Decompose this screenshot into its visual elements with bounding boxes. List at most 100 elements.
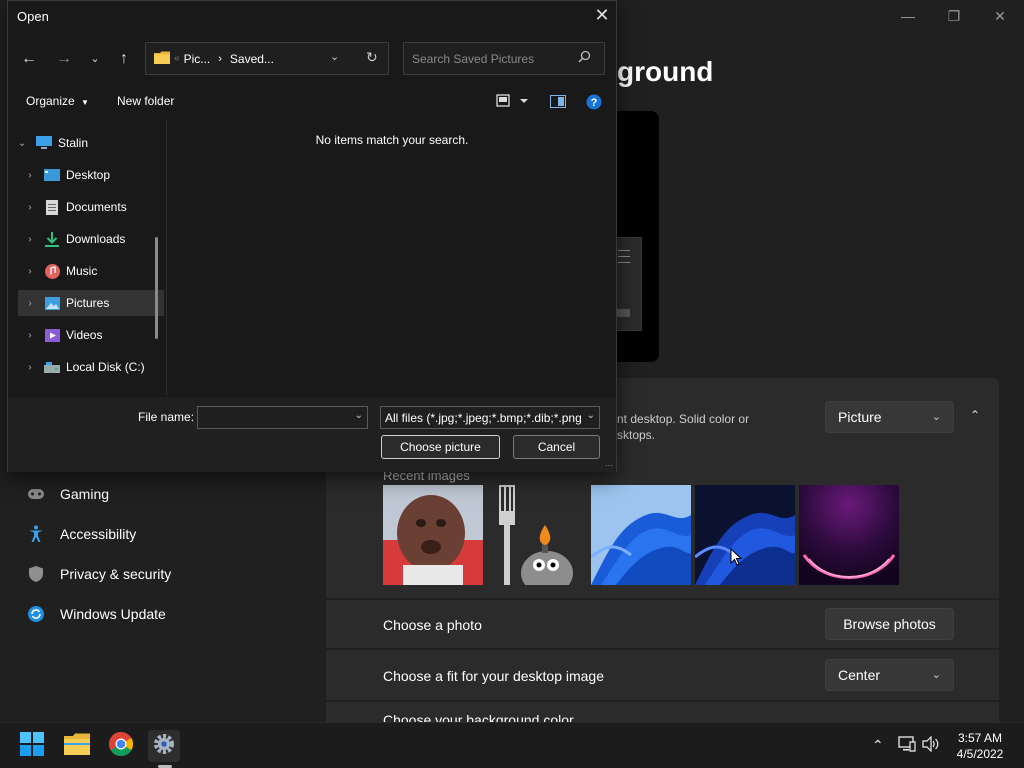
resize-grip-icon[interactable]: ⋯ [605,461,613,470]
windows-logo-icon [20,731,44,761]
network-icon[interactable] [898,736,916,755]
dialog-title: Open [17,9,49,24]
folder-icon [154,51,170,67]
expand-chevron-icon[interactable]: › [23,170,37,181]
chrome-icon [108,731,134,761]
open-file-dialog: Open ✕ ← → ⌄ ↑ « Pic... › Saved... ⌄ ↻ S… [7,0,617,472]
recent-image-5[interactable] [799,485,899,585]
choose-photo-label: Choose a photo [383,617,482,633]
nav-label: Windows Update [60,606,166,622]
collapse-chevron-icon[interactable]: ⌃ [966,408,984,426]
choose-picture-button[interactable]: Choose picture [381,435,500,459]
breadcrumb-pictures[interactable]: Pic... [184,52,211,66]
navigation-pane-scrollbar[interactable] [155,237,158,339]
expand-chevron-icon[interactable]: › [23,298,37,309]
show-hidden-icons-chevron-icon[interactable]: ⌃ [872,737,884,754]
svg-text:?: ? [591,97,598,109]
gamepad-icon [26,484,46,504]
taskbar-clock[interactable]: 3:57 AM 4/5/2022 [950,730,1010,762]
tree-item-desktop[interactable]: › Desktop [23,162,169,188]
view-options-icon[interactable] [496,94,534,113]
up-arrow-icon[interactable]: ↑ [113,48,135,70]
recent-image-2[interactable] [487,485,587,585]
chevron-down-icon: ⌄ [931,669,941,681]
minimize-button[interactable]: — [898,6,918,26]
file-type-select[interactable]: All files (*.jpg;*.jpeg;*.bmp;*.dib;*.pn… [380,406,600,429]
maximize-button[interactable]: ❐ [944,6,964,26]
expand-chevron-icon[interactable]: › [23,202,37,213]
recent-image-1[interactable] [383,485,483,585]
new-folder-button[interactable]: New folder [117,94,174,108]
recent-locations-chevron-icon[interactable]: ⌄ [84,48,106,70]
nav-label: Accessibility [60,526,137,542]
computer-icon [36,135,52,151]
breadcrumb-saved-pictures[interactable]: Saved... [230,52,274,66]
expand-chevron-icon[interactable]: › [23,362,37,373]
tree-item-videos[interactable]: › Videos [23,322,169,348]
recent-image-4[interactable] [695,485,795,585]
fit-dropdown[interactable]: Center ⌄ [825,659,954,691]
file-name-label: File name: [138,410,195,424]
nav-item-gaming[interactable]: Gaming [26,482,109,506]
nav-label: Gaming [60,486,110,502]
preview-lines [618,250,630,268]
expand-chevron-icon[interactable]: › [23,266,37,277]
help-icon[interactable]: ? [586,94,602,115]
tree-item-this-pc[interactable]: ⌄ Stalin [15,130,161,156]
tree-item-music[interactable]: › Music [23,258,169,284]
background-description: nt desktop. Solid color or sktops. [617,412,750,442]
videos-icon [44,327,60,343]
file-explorer-button[interactable] [61,730,93,762]
page-title: ground [617,56,714,87]
tree-item-downloads[interactable]: › Downloads [23,226,169,252]
address-dropdown-chevron-icon[interactable]: ⌄ [330,50,339,63]
start-button[interactable] [16,730,48,762]
download-icon [44,231,60,247]
background-type-dropdown[interactable]: Picture ⌄ [825,401,954,433]
navigation-pane: ⌄ Stalin › Desktop › Documents › Downloa… [9,119,167,395]
settings-taskbar-button[interactable] [148,730,180,762]
clock-time: 3:57 AM [957,731,1003,745]
shield-icon [26,564,46,584]
nav-item-windows-update[interactable]: Windows Update [26,602,166,626]
search-icon [578,50,591,66]
nav-item-privacy-security[interactable]: Privacy & security [26,562,171,586]
recent-image-3[interactable] [591,485,691,585]
nav-item-accessibility[interactable]: Accessibility [26,522,136,546]
expand-chevron-icon[interactable]: › [23,330,37,341]
address-bar[interactable]: « Pic... › Saved... ⌄ ↻ [145,42,389,75]
forward-arrow-icon[interactable]: → [53,48,75,70]
cancel-button[interactable]: Cancel [513,435,600,459]
expand-chevron-icon[interactable]: ⌄ [15,138,29,149]
overflow-chevron-icon: « [174,53,180,64]
organize-menu[interactable]: Organize ▼ [26,94,89,108]
file-explorer-icon [64,733,90,760]
refresh-icon[interactable]: ↻ [366,49,378,66]
chevron-down-icon[interactable]: ⌄ [352,410,363,421]
chrome-button[interactable] [105,730,137,762]
fit-label: Choose a fit for your desktop image [383,668,605,684]
volume-icon[interactable] [922,735,940,755]
file-name-input[interactable]: ⌄ [197,406,368,429]
tree-item-pictures[interactable]: › Pictures [18,290,164,316]
expand-chevron-icon[interactable]: › [23,234,37,245]
clock-date: 4/5/2022 [956,747,1004,761]
gear-icon [153,733,175,760]
chevron-down-icon: ⌄ [931,411,941,423]
back-arrow-icon[interactable]: ← [18,48,40,70]
pane-divider[interactable] [166,119,167,395]
search-input[interactable]: Search Saved Pictures [403,42,605,75]
windows-update-icon [26,604,46,624]
browse-photos-button[interactable]: Browse photos [825,608,954,640]
tree-item-local-disk[interactable]: › Local Disk (C:) [23,354,169,380]
preview-pane-icon[interactable] [550,95,566,113]
accessibility-icon [26,524,46,544]
dialog-close-button[interactable]: ✕ [592,5,612,25]
nav-label: Privacy & security [60,566,172,582]
empty-results-message: No items match your search. [315,133,469,147]
tree-item-documents[interactable]: › Documents [23,194,169,220]
breadcrumb-separator-icon: › [218,52,222,65]
taskbar: ⌃ 3:57 AM 4/5/2022 [0,722,1024,768]
organize-chevron-icon: ▼ [81,98,89,107]
close-window-button[interactable]: ✕ [990,6,1010,26]
